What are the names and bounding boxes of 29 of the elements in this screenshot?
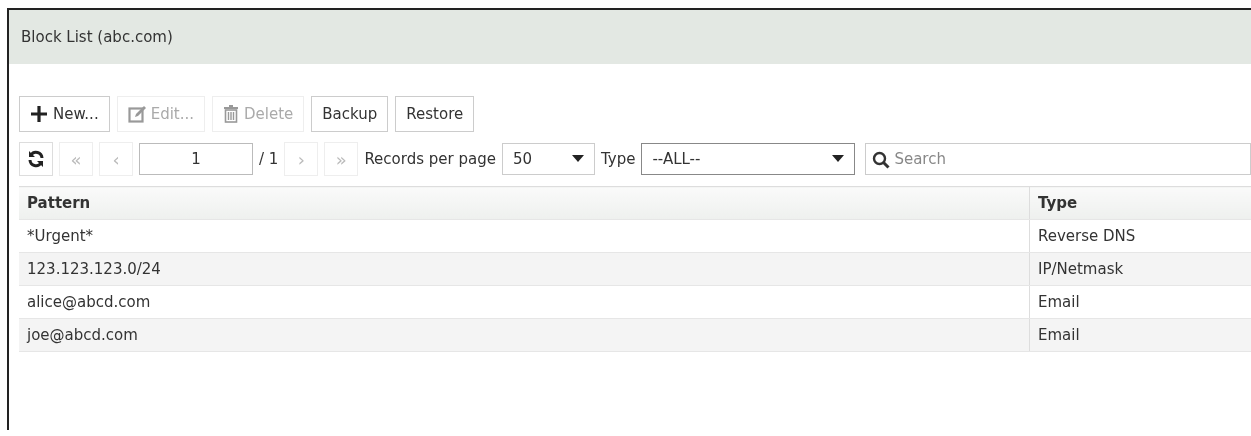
page-field[interactable]: 1 [139,143,253,175]
table-cell: *Urgent* [19,219,1030,253]
refresh-icon [27,150,45,168]
new-button[interactable]: New... [19,96,110,132]
table-cell: Email [1029,285,1251,319]
caret-icon [832,155,845,163]
table-cell: Email [1029,318,1251,352]
window-title: Block List (abc.com) [9,10,1251,64]
page-total: / 1 [259,150,279,168]
toolbar-button[interactable]: Backup [311,96,389,132]
table-cell: IP/Netmask [1029,252,1251,286]
records-per-page-label: Records per page [364,150,496,168]
table-cell: alice@abcd.com [19,285,1030,319]
search-field[interactable]: Search [865,143,1251,175]
plus-icon [30,105,48,123]
edit-icon [127,105,146,123]
type-label: Type [600,150,636,168]
search-icon [872,151,891,169]
records-per-page-select[interactable]: 50 [501,143,595,175]
table-cell: 123.123.123.0/24 [19,252,1030,286]
toolbar-button[interactable]: Restore [395,96,475,132]
table-cell: Reverse DNS [1029,219,1251,253]
trash-icon [223,105,239,123]
type-select[interactable]: --ALL-- [641,143,856,175]
table-cell: joe@abcd.com [19,318,1030,352]
column-header[interactable]: Type [1029,186,1251,220]
refresh-button[interactable] [19,142,53,176]
column-header[interactable]: Pattern [19,186,1030,220]
caret-icon [571,155,584,163]
